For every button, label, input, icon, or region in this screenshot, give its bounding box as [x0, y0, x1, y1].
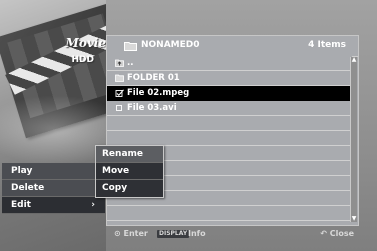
button-guide-bar: ⊙ Enter DISPLAY Info ↶ Close [106, 226, 359, 242]
left-menu: Play Delete Edit › [2, 163, 105, 214]
device-label: HDD [71, 55, 94, 65]
edit-submenu: Rename Move Copy [95, 145, 164, 198]
menu-item-delete[interactable]: Delete [2, 180, 105, 197]
list-item-label: File 02.mpeg [127, 88, 190, 98]
enter-hint-label: Enter [123, 229, 148, 238]
menu-item-edit[interactable]: Edit › [2, 197, 105, 214]
close-hint-label: Close [329, 229, 354, 238]
checked-file-icon [115, 89, 124, 97]
folder-icon [124, 42, 137, 51]
list-item-label: File 03.avi [127, 103, 177, 113]
enter-button-icon: ⊙ [114, 229, 121, 238]
list-item-empty [107, 116, 352, 131]
item-count: 4 Items [308, 40, 346, 50]
submenu-item-copy[interactable]: Copy [96, 180, 163, 197]
submenu-item-label: Move [102, 166, 130, 176]
list-item-empty [107, 131, 352, 146]
submenu-item-label: Rename [102, 149, 143, 159]
submenu-item-rename[interactable]: Rename [96, 146, 163, 163]
list-item-file[interactable]: File 03.avi [107, 101, 352, 116]
list-item-file[interactable]: File 02.mpeg [107, 86, 352, 101]
menu-item-label: Edit [11, 200, 31, 210]
submenu-item-move[interactable]: Move [96, 163, 163, 180]
list-item-parent[interactable]: .. [107, 56, 352, 71]
parent-folder-icon [115, 59, 124, 67]
menu-item-play[interactable]: Play [2, 163, 105, 180]
file-icon [116, 105, 122, 111]
submenu-item-label: Copy [102, 183, 128, 193]
section-title: Movie [65, 36, 106, 50]
scroll-down-icon[interactable]: ▼ [351, 216, 357, 222]
menu-item-label: Play [11, 166, 33, 176]
close-hint: ↶ Close [320, 226, 354, 242]
info-hint-label: Info [188, 229, 206, 238]
list-item-empty [107, 206, 352, 221]
current-folder-name: NONAMED0 [141, 40, 200, 50]
folder-icon [115, 74, 124, 82]
list-item-folder[interactable]: FOLDER 01 [107, 71, 352, 86]
file-list-header: NONAMED0 4 Items [107, 36, 358, 57]
list-item-label: FOLDER 01 [127, 73, 180, 83]
enter-hint: ⊙ Enter [114, 226, 148, 242]
list-item-label: .. [127, 58, 134, 68]
return-icon: ↶ [320, 229, 327, 238]
chevron-right-icon: › [91, 200, 95, 210]
display-key-badge: DISPLAY [157, 230, 190, 238]
menu-item-label: Delete [11, 183, 45, 193]
screen: Movie HDD Play Delete Edit › NONAMED0 4 … [0, 0, 377, 251]
scroll-up-icon[interactable]: ▲ [351, 57, 357, 63]
artwork-glow [0, 95, 106, 165]
scrollbar[interactable]: ▲ ▼ [350, 57, 357, 222]
